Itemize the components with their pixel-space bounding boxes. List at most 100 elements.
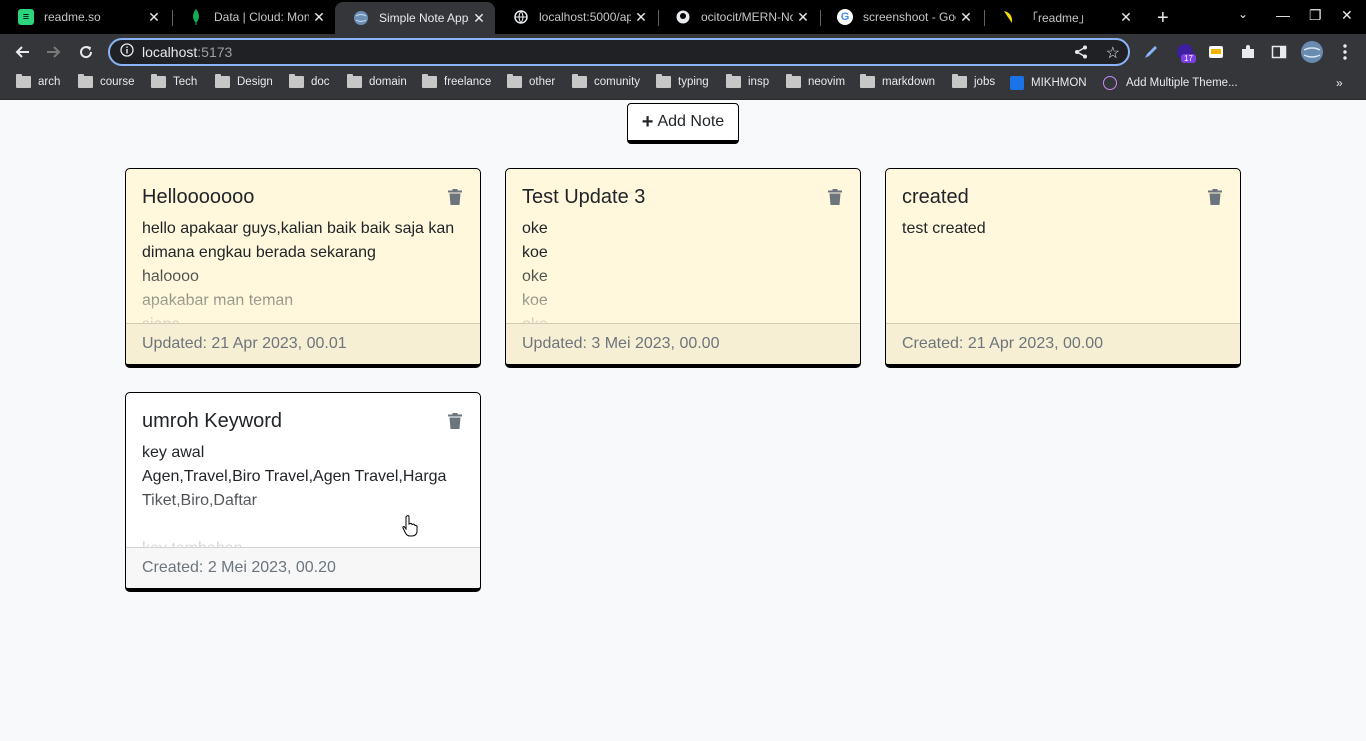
close-icon[interactable]: ✕ [469,10,489,27]
folder-icon [215,74,230,88]
note-content: hello apakaar guys,kalian baik baik saja… [142,220,455,323]
note-card[interactable]: Test Update 3 oke koe oke koe oke Update… [505,168,861,368]
tab-readme[interactable]: 「readme」 ✕ [982,0,1142,34]
theme-play-icon [1103,76,1117,90]
note-title: umroh Keyword [142,410,283,432]
note-content: oke koe oke koe oke [522,220,548,323]
bookmark-folder-jobs[interactable]: jobs [952,74,995,88]
extensions-puzzle-icon[interactable] [1239,43,1257,61]
note-timestamp: Updated: 21 Apr 2023, 00.01 [126,323,480,364]
plus-icon: + [641,110,654,133]
tab-search-chevron-icon[interactable]: ⌄ [1238,7,1248,21]
bookmark-add-multiple-theme[interactable]: Add Multiple Theme... [1103,76,1238,90]
browser-tab-strip: ≡ readme.so ✕ Data | Cloud: MongoDB ✕ Si… [0,0,1366,34]
google-favicon: G [837,9,853,25]
note-title: created [902,186,969,208]
trash-icon[interactable] [1208,189,1222,205]
tab-github[interactable]: ocitocit/MERN-Notes ✕ [657,0,819,34]
site-info-icon[interactable] [120,42,134,62]
window-close-icon[interactable]: ✕ [1341,7,1353,24]
tab-readme-so[interactable]: ≡ readme.so ✕ [0,0,170,34]
folder-icon [422,74,437,88]
note-timestamp: Created: 21 Apr 2023, 00.00 [886,323,1240,364]
pen-extension-icon[interactable] [1142,43,1160,61]
bookmark-folder-comunity[interactable]: comunity [572,74,640,88]
bookmark-mikhmon[interactable]: MIKHMON [1010,76,1087,90]
folder-icon [289,74,304,88]
add-note-button[interactable]: + Add Note [627,103,739,144]
note-card[interactable]: created test created Created: 21 Apr 202… [885,168,1241,368]
bookmark-folder-insp[interactable]: insp [726,74,769,88]
mikhmon-icon [1010,76,1024,90]
bookmarks-overflow-chevron-icon[interactable]: » [1336,76,1343,90]
extension-badge: 17 [1181,54,1196,63]
close-icon[interactable]: ✕ [956,9,976,26]
folder-icon [860,74,875,88]
bookmark-star-icon[interactable]: ☆ [1106,43,1120,63]
github-favicon [675,9,691,25]
bookmark-folder-other[interactable]: other [507,74,555,88]
folder-icon [151,74,166,88]
tab-mongodb[interactable]: Data | Cloud: MongoDB ✕ [170,0,335,34]
banana-favicon [1000,9,1016,25]
close-icon[interactable]: ✕ [793,9,813,26]
folder-icon [347,74,362,88]
note-extension-icon[interactable] [1207,43,1225,61]
bookmark-folder-course[interactable]: course [78,74,135,88]
bookmark-folder-neovim[interactable]: neovim [786,74,845,88]
tab-simple-note-apps[interactable]: Simple Note Apps ✕ [335,2,495,34]
folder-icon [786,74,801,88]
close-icon[interactable]: ✕ [1116,9,1136,26]
folder-icon [16,74,31,88]
trash-icon[interactable] [448,413,462,429]
address-port: :5173 [197,44,233,60]
note-title: Hellooooooo [142,186,255,208]
close-icon[interactable]: ✕ [631,9,651,26]
folder-icon [78,74,93,88]
minimize-icon[interactable]: — [1276,7,1290,23]
close-icon[interactable]: ✕ [309,9,329,26]
bookmark-folder-tech[interactable]: Tech [151,74,197,88]
note-content: key awal Agen,Travel,Biro Travel,Agen Tr… [142,444,447,547]
bookmark-folder-arch[interactable]: arch [16,74,60,88]
trash-icon[interactable] [448,189,462,205]
profile-avatar[interactable] [1300,40,1324,64]
globe-favicon [353,10,369,26]
note-content: test created [902,220,986,237]
browser-toolbar: localhost:5173 ☆ [0,34,1366,70]
bookmark-folder-markdown[interactable]: markdown [860,74,935,88]
note-timestamp: Updated: 3 Mei 2023, 00.00 [506,323,860,364]
share-icon[interactable] [1074,45,1088,64]
tab-localhost-api[interactable]: localhost:5000/api/notes ✕ [495,0,657,34]
folder-icon [656,74,671,88]
note-timestamp: Created: 2 Mei 2023, 00.20 [126,547,480,588]
bookmark-folder-design[interactable]: Design [215,74,273,88]
bookmark-folder-typing[interactable]: typing [656,74,709,88]
restore-icon[interactable]: ❐ [1309,7,1322,24]
address-bar[interactable]: localhost:5173 ☆ [108,38,1130,66]
readme-so-favicon: ≡ [18,9,34,25]
trash-icon[interactable] [828,189,842,205]
mongodb-leaf-favicon [188,9,204,25]
folder-icon [952,74,967,88]
folder-icon [726,74,741,88]
back-arrow-icon[interactable] [10,40,34,64]
side-panel-icon[interactable] [1270,43,1288,61]
menu-kebab-icon[interactable] [1336,43,1354,61]
tab-google-search[interactable]: G screenshoot - Google ✕ [819,0,982,34]
forward-arrow-icon[interactable] [42,40,66,64]
note-card[interactable]: umroh Keyword key awal Agen,Travel,Biro … [125,392,481,592]
notes-page: + Add Note Hellooooooo hello apakaar guy… [0,101,1366,741]
hand-pointer-cursor-icon [402,515,418,542]
reload-icon[interactable] [74,40,98,64]
close-icon[interactable]: ✕ [144,9,164,26]
note-card[interactable]: Hellooooooo hello apakaar guys,kalian ba… [125,168,481,368]
bookmark-folder-domain[interactable]: domain [347,74,407,88]
address-host: localhost [142,44,198,60]
bookmark-folder-freelance[interactable]: freelance [422,74,491,88]
new-tab-plus-icon[interactable]: + [1157,7,1169,30]
folder-icon [507,74,522,88]
bookmarks-bar: arch course Tech Design doc domain freel… [0,70,1366,100]
globe-favicon [513,9,529,25]
bookmark-folder-doc[interactable]: doc [289,74,330,88]
